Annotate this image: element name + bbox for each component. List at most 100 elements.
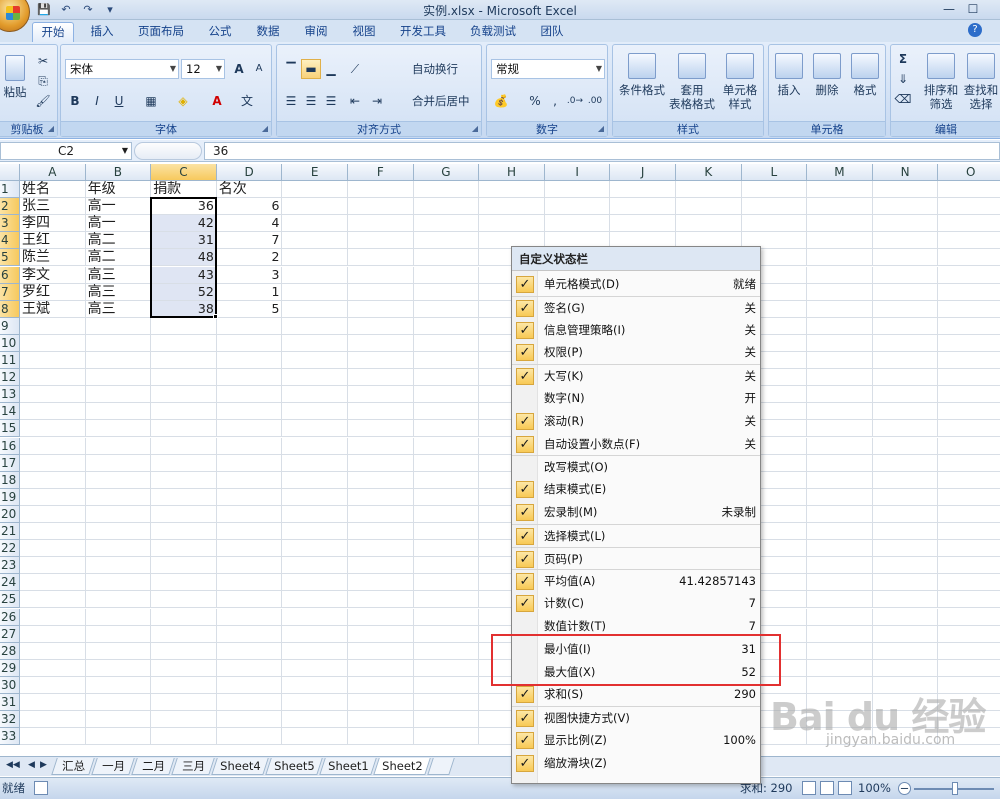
currency-icon[interactable]: 💰 [491,91,511,111]
grid-cell[interactable]: 36 [151,198,217,216]
grid-cell[interactable] [938,267,1000,284]
zoom-level[interactable]: 100% [858,778,891,798]
grid-cell[interactable] [85,471,152,489]
grid-cell[interactable] [413,557,480,575]
grid-cell[interactable] [216,694,283,711]
grid-cell[interactable] [872,232,939,250]
font-name-select[interactable]: 宋体 ▼ [65,59,179,79]
grid-cell[interactable] [20,591,86,609]
grid-cell[interactable] [938,369,1000,387]
increase-indent-icon[interactable]: ⇥ [367,91,387,111]
grid-cell[interactable] [151,608,217,626]
grid-cell[interactable] [413,334,480,352]
grid-cell[interactable] [413,540,480,558]
grid-cell[interactable] [151,488,217,506]
grid-cell[interactable] [872,608,939,626]
align-center-icon[interactable]: ☰ [301,91,321,111]
grid-cell[interactable] [938,472,1000,489]
grid-cell[interactable] [807,659,873,677]
grid-cell[interactable] [807,266,873,284]
normal-view-icon[interactable] [802,781,816,795]
row-header[interactable]: 28 [0,642,20,660]
grid-cell[interactable]: 捐款 [151,181,217,198]
grid-cell[interactable] [348,728,414,746]
grid-cell[interactable] [282,334,348,352]
grid-cell[interactable] [282,694,348,711]
grid-cell[interactable] [151,659,217,677]
grid-cell[interactable] [85,574,152,592]
grid-cell[interactable] [938,523,1000,540]
grid-cell[interactable] [216,352,283,369]
grid-cell[interactable] [807,454,873,472]
grid-cell[interactable] [151,711,217,729]
grid-cell[interactable] [348,540,414,558]
grid-cell[interactable] [216,608,283,626]
grid-cell[interactable] [348,386,414,404]
grid-cell[interactable] [151,386,217,404]
grid-cell[interactable] [20,437,86,455]
grid-cell[interactable] [85,352,152,369]
grid-cell[interactable] [938,455,1000,472]
grid-cell[interactable] [938,626,1000,643]
tab-review[interactable]: 审阅 [294,22,338,42]
grid-cell[interactable] [151,523,217,540]
grid-cell[interactable]: 张三 [20,198,86,216]
menu-item[interactable]: ✓ 页码(P) [512,546,760,570]
grid-cell[interactable] [216,659,283,677]
grid-cell[interactable] [872,437,939,455]
grid-cell[interactable] [807,471,873,489]
grid-cell[interactable] [151,471,217,489]
grid-cell[interactable] [282,420,348,438]
menu-item[interactable]: ✓ 自动设置小数点(F) 关 [512,433,760,456]
grid-cell[interactable] [413,711,480,729]
grid-cell[interactable] [282,249,348,267]
grid-cell[interactable] [151,642,217,660]
grid-cell[interactable] [872,540,939,558]
grid-cell[interactable] [872,574,939,592]
menu-item[interactable]: ✓ 信息管理策略(I) 关 [512,319,760,342]
grid-cell[interactable] [413,437,480,455]
prev-sheet-icon[interactable]: ◀ [28,760,35,770]
grid-cell[interactable] [807,625,873,643]
row-header[interactable]: 17 [0,454,20,472]
row-header[interactable]: 15 [0,420,20,438]
fill-icon[interactable]: ⇓ [893,69,913,89]
font-size-select[interactable]: 12 ▼ [181,59,225,79]
grid-cell[interactable] [348,711,414,729]
sheet-tab[interactable]: 汇总 [51,758,95,775]
grid-cell[interactable] [151,728,217,746]
grid-cell[interactable] [20,420,86,438]
grid-cell[interactable] [938,249,1000,267]
grid-cell[interactable] [413,249,480,267]
grid-cell[interactable] [872,591,939,609]
grid-cell[interactable] [938,352,1000,369]
row-header[interactable]: 9 [0,317,20,335]
grid-cell[interactable] [348,454,414,472]
grid-cell[interactable] [872,300,939,318]
grid-cell[interactable] [938,301,1000,318]
wrap-text-button[interactable]: 自动换行 [393,59,459,79]
shrink-font-button[interactable]: A [249,59,269,79]
grid-cell[interactable] [807,352,873,369]
column-header[interactable]: C [151,164,217,181]
grid-cell[interactable] [413,283,480,301]
grid-cell[interactable] [348,505,414,523]
grid-cell[interactable] [216,437,283,455]
grid-cell[interactable] [20,728,86,746]
grid-cell[interactable]: 李文 [20,266,86,284]
grid-cell[interactable] [348,642,414,660]
grid-cell[interactable] [413,454,480,472]
grid-cell[interactable] [85,608,152,626]
grid-cell[interactable] [348,608,414,626]
grid-cell[interactable] [413,574,480,592]
grid-cell[interactable] [348,317,414,335]
grid-cell[interactable] [20,694,86,711]
grid-cell[interactable] [872,454,939,472]
column-header[interactable]: F [348,164,414,181]
grid-cell[interactable] [348,659,414,677]
grid-cell[interactable] [85,591,152,609]
grid-cell[interactable]: 6 [216,198,283,216]
grid-cell[interactable] [282,181,348,198]
menu-item[interactable]: ✓ 签名(G) 关 [512,295,760,319]
grid-cell[interactable] [282,437,348,455]
